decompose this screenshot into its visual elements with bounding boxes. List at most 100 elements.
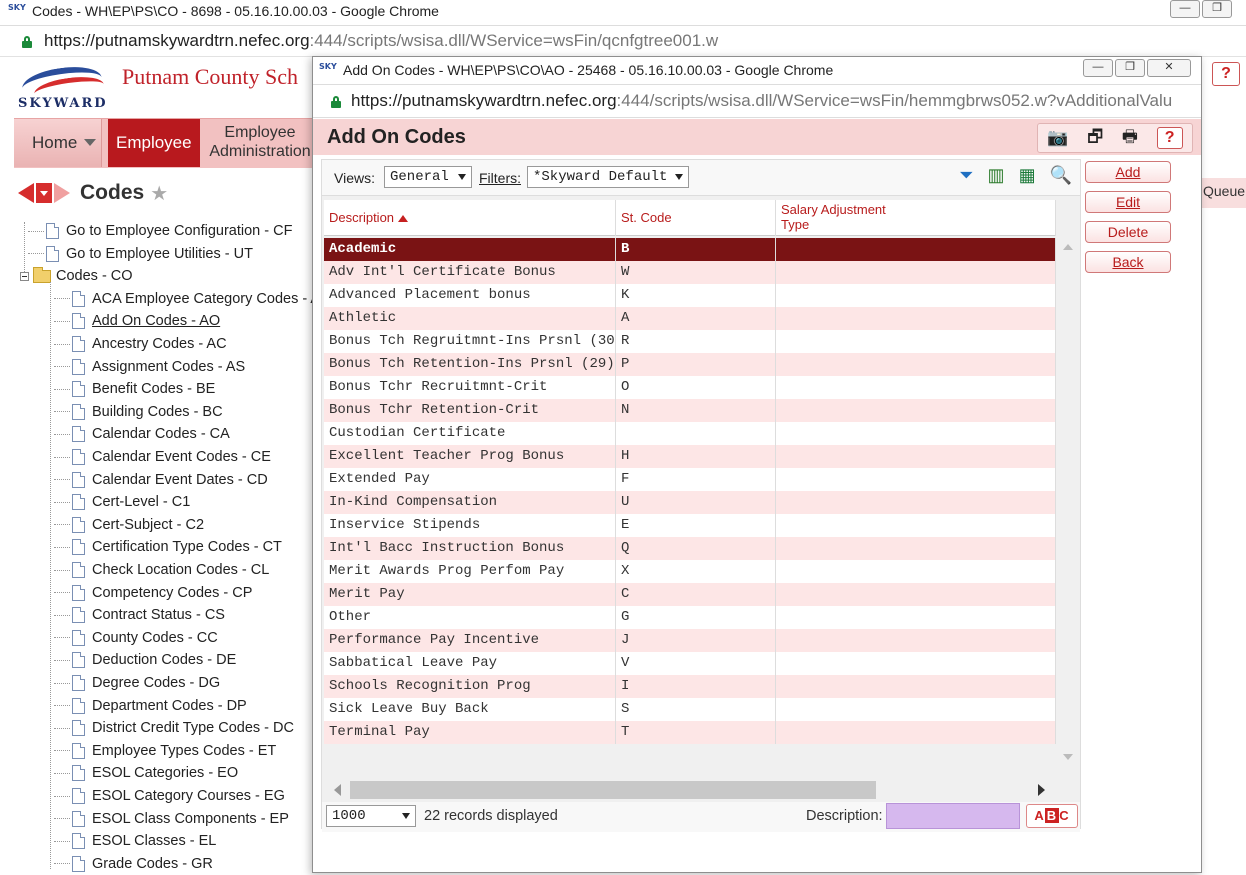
tree-item[interactable]: Add On Codes - AO (54, 310, 220, 332)
page-title: Add On Codes (327, 126, 466, 148)
back-button[interactable]: Back (1085, 251, 1171, 273)
tree-item[interactable]: District Credit Type Codes - DC (54, 717, 294, 739)
horizontal-scrollbar[interactable] (324, 778, 1056, 802)
column-header-st-code[interactable]: St. Code (616, 200, 776, 236)
collapse-icon[interactable] (20, 271, 29, 281)
table-row[interactable]: Bonus Tch Retention-Ins Prsnl (29) P (324, 353, 1056, 376)
filters-select[interactable]: *Skyward Default (527, 166, 689, 188)
maximize-button[interactable]: ❐ (1202, 0, 1232, 18)
filters-link[interactable]: Filters: (479, 170, 521, 186)
tree-item[interactable]: Calendar Codes - CA (54, 423, 230, 445)
tree-item[interactable]: County Codes - CC (54, 627, 218, 649)
table-row[interactable]: Advanced Placement bonus K (324, 284, 1056, 307)
nav-employee-administration[interactable]: Employee Administration (206, 123, 314, 167)
table-row[interactable]: Other G (324, 606, 1056, 629)
tree-item[interactable]: Degree Codes - DG (54, 672, 220, 694)
table-row[interactable]: Athletic A (324, 307, 1056, 330)
tree-item[interactable]: Employee Types Codes - ET (54, 740, 276, 762)
tree-item[interactable]: Department Codes - DP (54, 695, 247, 717)
scroll-thumb[interactable] (350, 781, 876, 799)
chart-icon[interactable]: ▥ (988, 165, 1005, 186)
minimize-button[interactable]: — (1170, 0, 1200, 18)
tree-item[interactable]: ESOL Categories - EO (54, 762, 238, 784)
table-row[interactable]: Custodian Certificate (324, 422, 1056, 445)
tree-item[interactable]: Contract Status - CS (54, 604, 225, 626)
table-row[interactable]: Bonus Tchr Recruitmnt-Crit O (324, 376, 1056, 399)
scroll-up-icon[interactable] (1063, 244, 1073, 250)
tree-item[interactable]: ACA Employee Category Codes - A (54, 288, 320, 310)
history-dropdown-icon[interactable] (36, 183, 52, 203)
add-button[interactable]: Add (1085, 161, 1171, 183)
tree-item[interactable]: Calendar Event Dates - CD (54, 469, 268, 491)
tree-item[interactable]: Go to Employee Configuration - CF (28, 220, 292, 242)
description-search-input[interactable] (886, 803, 1020, 829)
table-cell-type (776, 491, 1056, 514)
table-row[interactable]: Excellent Teacher Prog Bonus H (324, 445, 1056, 468)
vertical-scrollbar[interactable] (1056, 236, 1080, 766)
tree-item[interactable]: ESOL Category Courses - EG (54, 785, 285, 807)
table-row[interactable]: Extended Pay F (324, 468, 1056, 491)
favorite-star-icon[interactable]: ★ (150, 181, 168, 206)
close-button[interactable]: ✕ (1147, 59, 1191, 77)
tree-item[interactable]: Building Codes - BC (54, 401, 223, 423)
back-arrow-icon[interactable] (18, 183, 34, 203)
column-header-description[interactable]: Description (324, 200, 616, 236)
table-row[interactable]: Inservice Stipends E (324, 514, 1056, 537)
table-cell-code: T (616, 721, 776, 744)
tree-item[interactable]: ESOL Class Components - EP (54, 808, 289, 830)
edit-button[interactable]: Edit (1085, 191, 1171, 213)
scroll-right-icon[interactable] (1038, 784, 1045, 796)
table-row[interactable]: Sabbatical Leave Pay V (324, 652, 1056, 675)
scroll-down-icon[interactable] (1063, 754, 1073, 760)
new-window-icon[interactable]: 🗗 (1087, 124, 1103, 153)
outer-help-button[interactable]: ? (1212, 62, 1240, 86)
table-row[interactable]: Terminal Pay T (324, 721, 1056, 744)
tree-item[interactable]: Benefit Codes - BE (54, 378, 215, 400)
tree-item[interactable]: Cert-Level - C1 (54, 491, 190, 513)
tree-item[interactable]: Cert-Subject - C2 (54, 514, 204, 536)
table-row[interactable]: Bonus Tchr Retention-Crit N (324, 399, 1056, 422)
table-row[interactable]: Academic B (324, 238, 1056, 261)
popup-address-bar[interactable]: https://putnamskywardtrn.nefec.org:444/s… (313, 86, 1201, 118)
views-select[interactable]: General (384, 166, 472, 188)
table-row[interactable]: Sick Leave Buy Back S (324, 698, 1056, 721)
tree-item[interactable]: Check Location Codes - CL (54, 559, 269, 581)
column-header-salary-adjustment-type[interactable]: Salary Adjustment Type (776, 200, 1056, 236)
table-row[interactable]: Merit Awards Prog Perfom Pay X (324, 560, 1056, 583)
camera-icon[interactable]: 📷 (1047, 128, 1068, 148)
tree-item[interactable]: Calendar Event Codes - CE (54, 446, 271, 468)
print-icon[interactable]: 🖶 (1122, 124, 1138, 153)
table-row[interactable]: Merit Pay C (324, 583, 1056, 606)
maximize-button[interactable]: ❐ (1115, 59, 1145, 77)
outer-address-bar[interactable]: https://putnamskywardtrn.nefec.org:444/s… (0, 27, 1246, 57)
alpha-search-button[interactable]: ABC (1026, 804, 1078, 828)
scroll-left-icon[interactable] (334, 784, 341, 796)
table-row[interactable]: Schools Recognition Prog I (324, 675, 1056, 698)
search-preview-icon[interactable]: 🔍 (1050, 165, 1072, 186)
table-row[interactable]: Adv Int'l Certificate Bonus W (324, 261, 1056, 284)
table-row[interactable]: In-Kind Compensation U (324, 491, 1056, 514)
table-row[interactable]: Int'l Bacc Instruction Bonus Q (324, 537, 1056, 560)
tree-item[interactable]: Grade Codes - GR (54, 853, 213, 875)
excel-export-icon[interactable]: ▦ (1019, 165, 1036, 186)
tree-item[interactable]: Certification Type Codes - CT (54, 536, 282, 558)
tree-item[interactable]: ESOL Classes - EL (54, 830, 216, 852)
tree-item[interactable]: Competency Codes - CP (54, 582, 252, 604)
help-button[interactable]: ? (1156, 127, 1183, 149)
tree-item[interactable]: Go to Employee Utilities - UT (28, 243, 253, 265)
queue-label[interactable]: Queue (1203, 183, 1245, 199)
tree-item[interactable]: Ancestry Codes - AC (54, 333, 227, 355)
tree-item[interactable]: Assignment Codes - AS (54, 356, 245, 378)
chevron-down-icon[interactable] (84, 139, 96, 146)
table-row[interactable]: Performance Pay Incentive J (324, 629, 1056, 652)
table-row[interactable]: Bonus Tch Regruitmnt-Ins Prsnl (30 R (324, 330, 1056, 353)
nav-employee[interactable]: Employee (108, 119, 200, 167)
minimize-button[interactable]: — (1083, 59, 1113, 77)
page-size-select[interactable]: 1000 (326, 805, 416, 827)
tree-item-label: Competency Codes - CP (92, 584, 253, 601)
tree-item[interactable]: Codes - CO (20, 265, 133, 287)
tree-item[interactable]: Deduction Codes - DE (54, 649, 236, 671)
filter-icon[interactable]: ⏷ (959, 165, 973, 186)
forward-arrow-icon[interactable] (54, 183, 70, 203)
delete-button[interactable]: Delete (1085, 221, 1171, 243)
